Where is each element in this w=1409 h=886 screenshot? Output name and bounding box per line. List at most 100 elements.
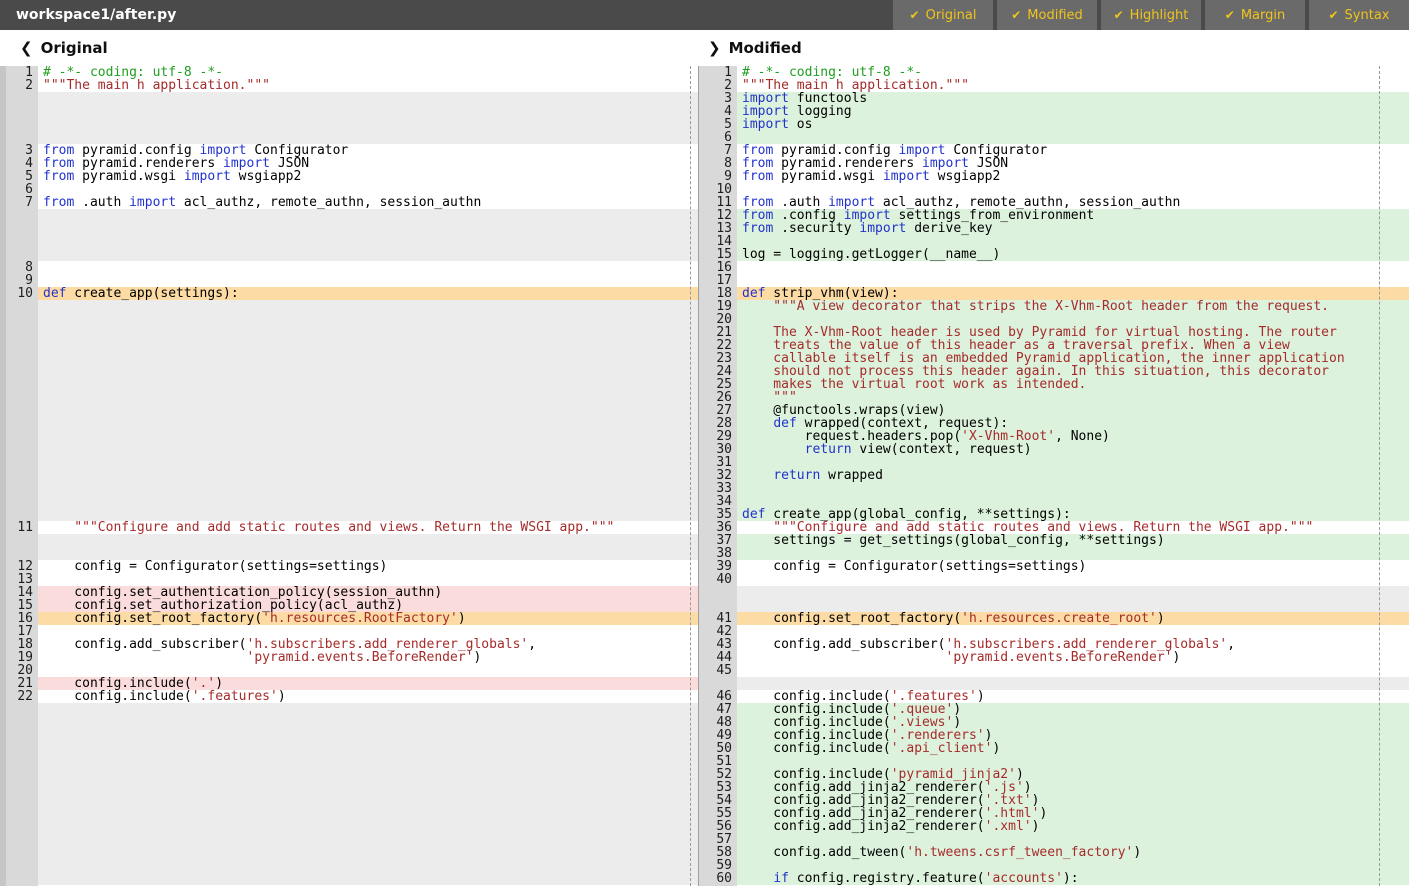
filler-row [38, 92, 698, 105]
line-number: 1 [6, 66, 38, 79]
filler-row [38, 118, 698, 131]
line-number-blank [6, 313, 38, 326]
filler-row [38, 339, 698, 352]
line-number-blank [6, 729, 38, 742]
filler-row [38, 833, 698, 846]
toolbar-button-original[interactable]: ✔Original [893, 0, 993, 30]
filler-row [38, 729, 698, 742]
toolbar-button-syntax[interactable]: ✔Syntax [1309, 0, 1409, 30]
line-number-gutter-modified: 1234567891011121314151617181920212223242… [699, 66, 737, 886]
line-number-blank [6, 495, 38, 508]
line-number-blank [6, 846, 38, 859]
added-line: config.add_jinja2_renderer('.xml') [737, 820, 1409, 833]
toolbar-button-highlight[interactable]: ✔Highlight [1101, 0, 1201, 30]
changed-line: config.set_root_factory('h.resources.cre… [737, 612, 1409, 625]
filler-row [38, 781, 698, 794]
line-number-blank [6, 352, 38, 365]
filler-row [38, 352, 698, 365]
filler-row [737, 586, 1409, 599]
pane-header-modified-label: Modified [729, 39, 802, 57]
filler-row [38, 456, 698, 469]
line-number: 8 [6, 261, 38, 274]
code-line [737, 664, 1409, 677]
line-number-blank [6, 872, 38, 885]
added-line: log = logging.getLogger(__name__) [737, 248, 1409, 261]
line-number: 5 [6, 170, 38, 183]
line-number-blank [6, 534, 38, 547]
code-line: from pyramid.wsgi import wsgiapp2 [737, 170, 1409, 183]
line-number-blank [6, 742, 38, 755]
code-line: from .auth import acl_authz, remote_auth… [38, 196, 698, 209]
chevron-left-icon: ❮ [20, 39, 33, 57]
added-line: return view(context, request) [737, 443, 1409, 456]
line-number: 7 [6, 196, 38, 209]
pane-header-original: ❮ Original [20, 30, 108, 66]
line-number-blank [6, 794, 38, 807]
added-line: makes the virtual root work as intended. [737, 378, 1409, 391]
code-area-original[interactable]: # -*- coding: utf-8 -*-"""The main h app… [38, 66, 698, 886]
filler-row [38, 846, 698, 859]
line-number-blank [6, 404, 38, 417]
filler-row [38, 430, 698, 443]
code-line [737, 261, 1409, 274]
added-line: if config.registry.feature('accounts'): [737, 872, 1409, 885]
check-icon: ✔ [1328, 8, 1338, 22]
line-number: 10 [6, 287, 38, 300]
changed-line: config.set_root_factory('h.resources.Roo… [38, 612, 698, 625]
line-number-blank [6, 755, 38, 768]
filler-row [38, 495, 698, 508]
toolbar: ✔Original✔Modified✔Highlight✔Margin✔Synt… [889, 0, 1409, 30]
pane-modified: 1234567891011121314151617181920212223242… [698, 66, 1409, 886]
filler-row [38, 768, 698, 781]
line-number-blank [6, 378, 38, 391]
added-line: config.add_tween('h.tweens.csrf_tween_fa… [737, 846, 1409, 859]
added-line: from .security import derive_key [737, 222, 1409, 235]
check-icon: ✔ [1225, 8, 1235, 22]
filler-row [38, 534, 698, 547]
toolbar-button-label: Modified [1027, 8, 1082, 23]
line-number: 40 [699, 573, 737, 586]
line-number-blank [6, 339, 38, 352]
code-line: config = Configurator(settings=settings) [737, 560, 1409, 573]
line-number-blank [6, 118, 38, 131]
toolbar-button-label: Original [926, 8, 977, 23]
filler-row [38, 313, 698, 326]
line-number-blank [6, 417, 38, 430]
added-line: settings = get_settings(global_config, *… [737, 534, 1409, 547]
added-line: config.include('.api_client') [737, 742, 1409, 755]
filler-row [38, 755, 698, 768]
line-number-blank [6, 482, 38, 495]
line-number: 6 [6, 183, 38, 196]
code-line: """The main h application.""" [38, 79, 698, 92]
filler-row [38, 820, 698, 833]
line-number-blank [6, 105, 38, 118]
toolbar-button-margin[interactable]: ✔Margin [1205, 0, 1305, 30]
code-line: """Configure and add static routes and v… [38, 521, 698, 534]
check-icon: ✔ [1114, 8, 1124, 22]
line-number-blank [6, 443, 38, 456]
filler-row [38, 742, 698, 755]
line-number-blank [6, 807, 38, 820]
filler-row [38, 482, 698, 495]
code-area-modified[interactable]: # -*- coding: utf-8 -*-"""The main h app… [737, 66, 1409, 886]
chevron-right-icon: ❯ [708, 39, 721, 57]
column-margin-guide-modified [1379, 66, 1380, 886]
added-line [737, 482, 1409, 495]
line-number: 3 [6, 144, 38, 157]
filler-row [38, 300, 698, 313]
code-line [38, 261, 698, 274]
line-number-blank [6, 768, 38, 781]
filler-row [38, 417, 698, 430]
filler-row [38, 248, 698, 261]
filler-row [38, 469, 698, 482]
line-number-blank [6, 456, 38, 469]
filler-row [38, 716, 698, 729]
line-number-blank [6, 300, 38, 313]
filler-row [38, 326, 698, 339]
toolbar-button-modified[interactable]: ✔Modified [997, 0, 1097, 30]
line-number-blank [6, 235, 38, 248]
line-number: 22 [6, 690, 38, 703]
code-line: 'pyramid.events.BeforeRender') [38, 651, 698, 664]
filler-row [38, 378, 698, 391]
line-number-blank [6, 781, 38, 794]
